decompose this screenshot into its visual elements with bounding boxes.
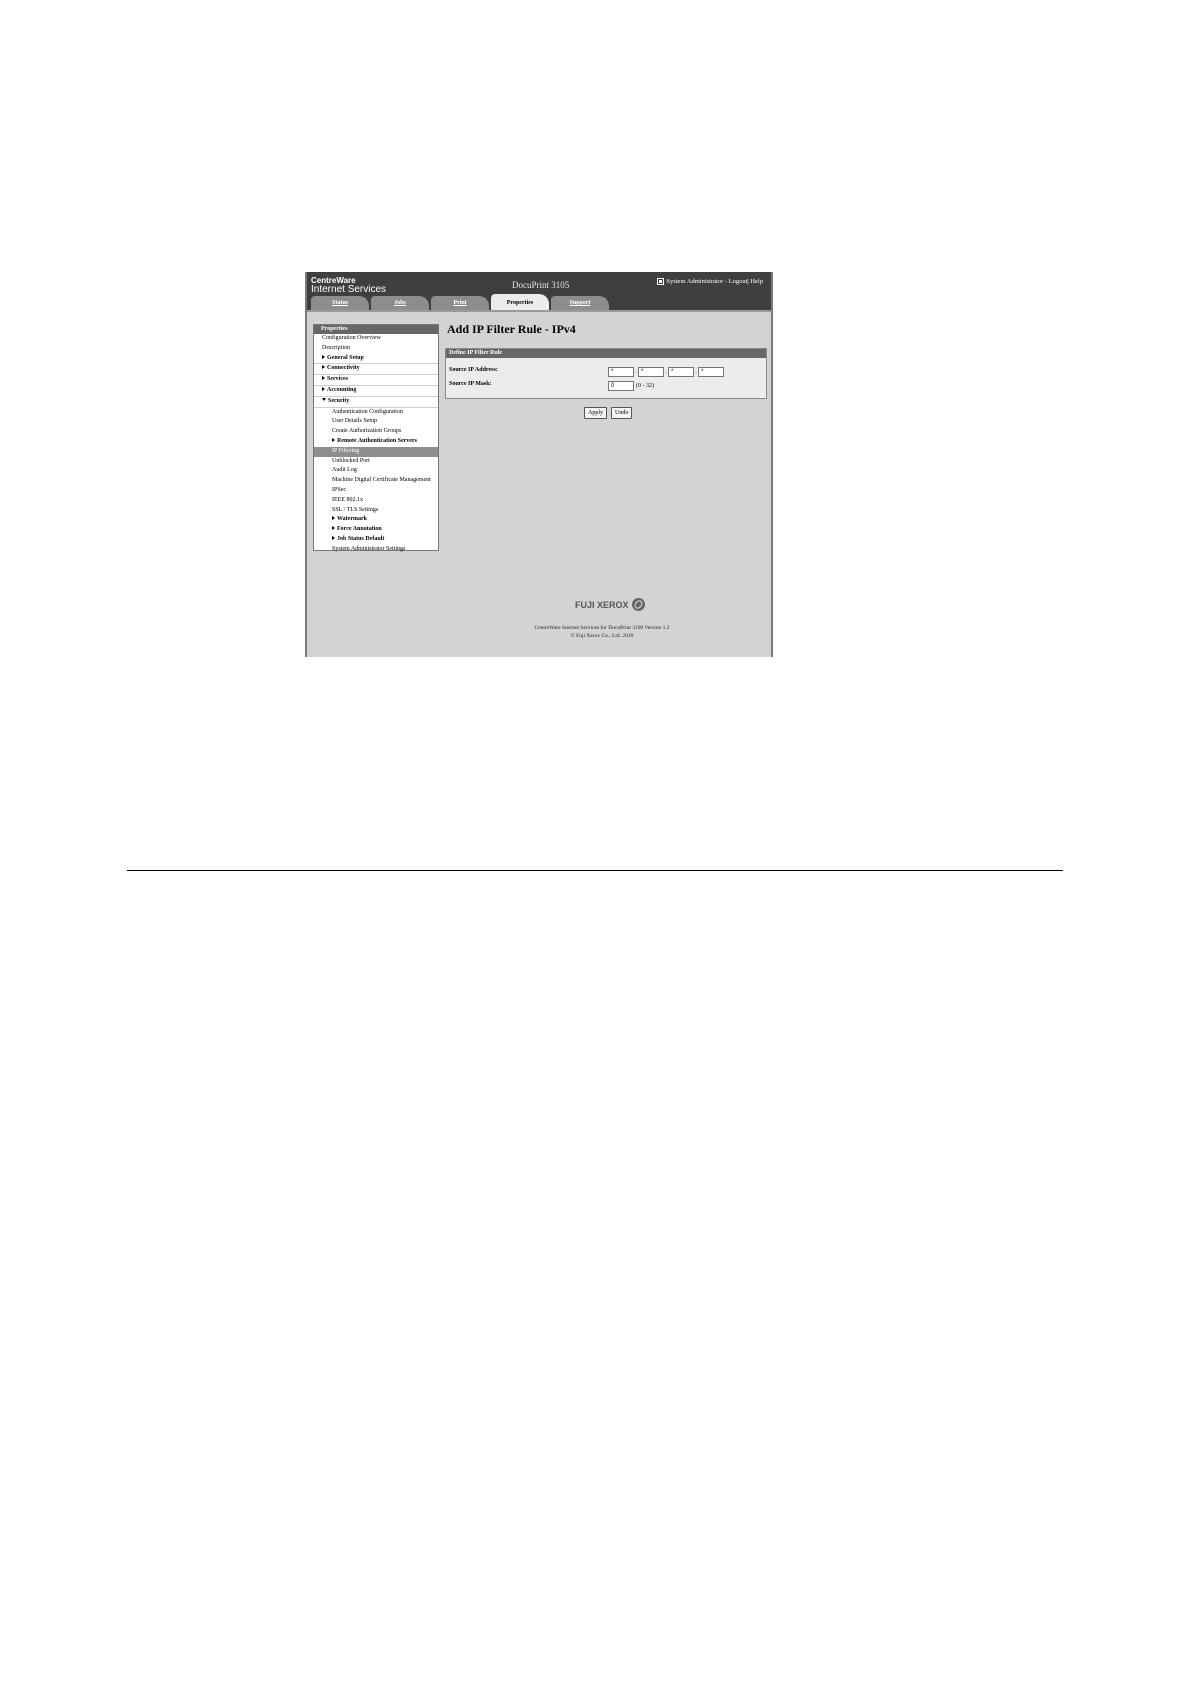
sidebar-item-job-status-default[interactable]: Job Status Default — [314, 535, 438, 545]
globe-icon — [631, 598, 645, 611]
screenshot-window: CentreWare Internet Services DocuPrint 3… — [305, 272, 773, 657]
sidebar-item-label: Accounting — [327, 386, 357, 393]
caret-right-icon — [332, 516, 335, 521]
caret-right-icon — [332, 437, 335, 442]
sidebar-item-label: General Setup — [327, 354, 364, 361]
brand-logo: FUJI XEROX — [575, 598, 645, 611]
sidebar-items: Configuration Overview Description General… — [314, 334, 438, 555]
sidebar-item-label: SSL / TLS Settings — [332, 506, 379, 513]
source-ip-octet-2[interactable]: * — [638, 367, 664, 377]
caret-right-icon — [322, 354, 325, 359]
undo-button[interactable]: Undo — [611, 407, 633, 419]
sidebar-item-force-annotation[interactable]: Force Annotation — [314, 525, 438, 535]
sidebar-item-system-administrator-settings[interactable]: System Administrator Settings — [314, 545, 438, 555]
source-mask-input[interactable]: 0 — [608, 381, 634, 391]
sidebar-item-security[interactable]: Security — [314, 397, 438, 408]
tab-divider — [307, 310, 771, 312]
sidebar-item-services[interactable]: Services — [314, 375, 438, 386]
sidebar-item-ssl-tls-settings[interactable]: SSL / TLS Settings — [314, 506, 438, 516]
sidebar-item-connectivity[interactable]: Connectivity — [314, 364, 438, 376]
sidebar-item-watermark[interactable]: Watermark — [314, 515, 438, 525]
source-mask-label: Source IP Mask: — [449, 381, 492, 387]
caret-right-icon — [332, 526, 335, 531]
caret-right-icon — [332, 535, 335, 540]
sidebar-item-label: IPSec — [332, 486, 346, 493]
sidebar-item-audit-log[interactable]: Audit Log — [314, 466, 438, 476]
main-tabs: Status Jobs Print Properties Support — [311, 294, 609, 310]
sidebar-item-label: Create Authorization Groups — [332, 428, 402, 435]
source-ip-octet-3[interactable]: * — [668, 367, 694, 377]
sidebar-item-label: User Details Setup — [332, 418, 377, 425]
sidebar-item-label: Machine Digital Certificate Management — [332, 477, 431, 484]
sidebar-item-label: Remote Authentication Servers — [337, 437, 417, 444]
sidebar-item-label: System Administrator Settings — [332, 545, 406, 552]
source-mask-group: 0 (0 - 32) — [608, 381, 654, 391]
tab-support[interactable]: Support — [551, 296, 609, 310]
filter-rule-panel: Define IP Filter Rule Source IP Address:… — [445, 348, 767, 399]
sidebar-item-machine-digital-certificate-management[interactable]: Machine Digital Certificate Management — [314, 476, 438, 486]
sidebar-item-ipsec[interactable]: IPSec — [314, 486, 438, 496]
tab-print[interactable]: Print — [431, 296, 489, 310]
sidebar-item-label: IP Filtering — [332, 447, 360, 454]
app-logo-line2: Internet Services — [311, 284, 387, 295]
sidebar-item-label: Job Status Default — [337, 535, 385, 542]
caret-right-icon — [322, 376, 325, 381]
source-ip-octet-1[interactable]: * — [608, 367, 634, 377]
tab-properties[interactable]: Properties — [491, 294, 549, 310]
sidebar-item-label: Security — [328, 397, 350, 404]
apply-button[interactable]: Apply — [584, 407, 607, 419]
footer-version: CentreWare Internet Services for DocuPri… — [534, 625, 670, 631]
caret-right-icon — [322, 386, 325, 391]
sidebar-item-label: Authentication Configuration — [332, 408, 403, 415]
sidebar-item-general-setup[interactable]: General Setup — [314, 354, 438, 365]
sidebar-item-accounting[interactable]: Accounting — [314, 386, 438, 397]
sidebar-item-label: IEEE 802.1x — [332, 496, 363, 503]
user-links[interactable]: System Administrator - Logout| Help — [666, 278, 763, 285]
tab-jobs[interactable]: Jobs — [371, 296, 429, 310]
sidebar-item-ieee-802-1x[interactable]: IEEE 802.1x — [314, 496, 438, 506]
sidebar-item-label: Audit Log — [332, 467, 357, 474]
horizontal-rule — [127, 870, 1063, 871]
sidebar-item-authentication-configuration[interactable]: Authentication Configuration — [314, 408, 438, 418]
sidebar-item-label: Unblocked Port — [332, 457, 370, 464]
footer-text: CentreWare Internet Services for DocuPri… — [487, 624, 717, 640]
header-bar: CentreWare Internet Services DocuPrint 3… — [307, 272, 771, 310]
source-ip-label: Source IP Address: — [449, 367, 498, 373]
sidebar-item-label: Configuration Overview — [322, 335, 381, 341]
sidebar-item-description[interactable]: Description — [314, 344, 438, 354]
mask-range-hint: (0 - 32) — [636, 383, 654, 389]
sidebar-item-label: Description — [322, 344, 350, 351]
source-ip-fields: *. *. *. * — [608, 367, 724, 377]
sidebar-item-create-authorization-groups[interactable]: Create Authorization Groups — [314, 427, 438, 437]
tab-status[interactable]: Status — [311, 296, 369, 310]
caret-down-icon — [322, 397, 326, 401]
user-menu[interactable]: System Administrator - Logout| Help — [657, 278, 763, 285]
sidebar-item-configuration-overview[interactable]: Configuration Overview — [314, 334, 438, 344]
sidebar-item-label: Force Annotation — [337, 526, 382, 533]
brand-name: FUJI XEROX — [575, 599, 629, 610]
sidebar: Properties Configuration Overview Descrip… — [313, 324, 439, 552]
sidebar-header: Properties — [314, 325, 438, 334]
caret-right-icon — [322, 365, 325, 370]
sidebar-item-label: Connectivity — [327, 365, 360, 372]
product-name: DocuPrint 3105 — [512, 280, 570, 290]
source-ip-octet-4[interactable]: * — [698, 367, 724, 377]
sidebar-item-label: Services — [327, 376, 348, 383]
sidebar-item-ip-filtering[interactable]: IP Filtering — [314, 446, 438, 457]
sidebar-item-unblocked-port[interactable]: Unblocked Port — [314, 457, 438, 467]
sidebar-item-user-details-setup[interactable]: User Details Setup — [314, 417, 438, 427]
panel-header: Define IP Filter Rule — [446, 349, 766, 358]
action-buttons: Apply Undo — [584, 407, 633, 419]
footer-copyright: © Fuji Xerox Co., Ltd. 2010 — [570, 633, 634, 639]
sidebar-item-remote-authentication-servers[interactable]: Remote Authentication Servers — [314, 437, 438, 447]
page-title: Add IP Filter Rule - IPv4 — [447, 322, 576, 336]
sidebar-item-label: Watermark — [337, 516, 367, 523]
user-icon — [657, 278, 665, 285]
